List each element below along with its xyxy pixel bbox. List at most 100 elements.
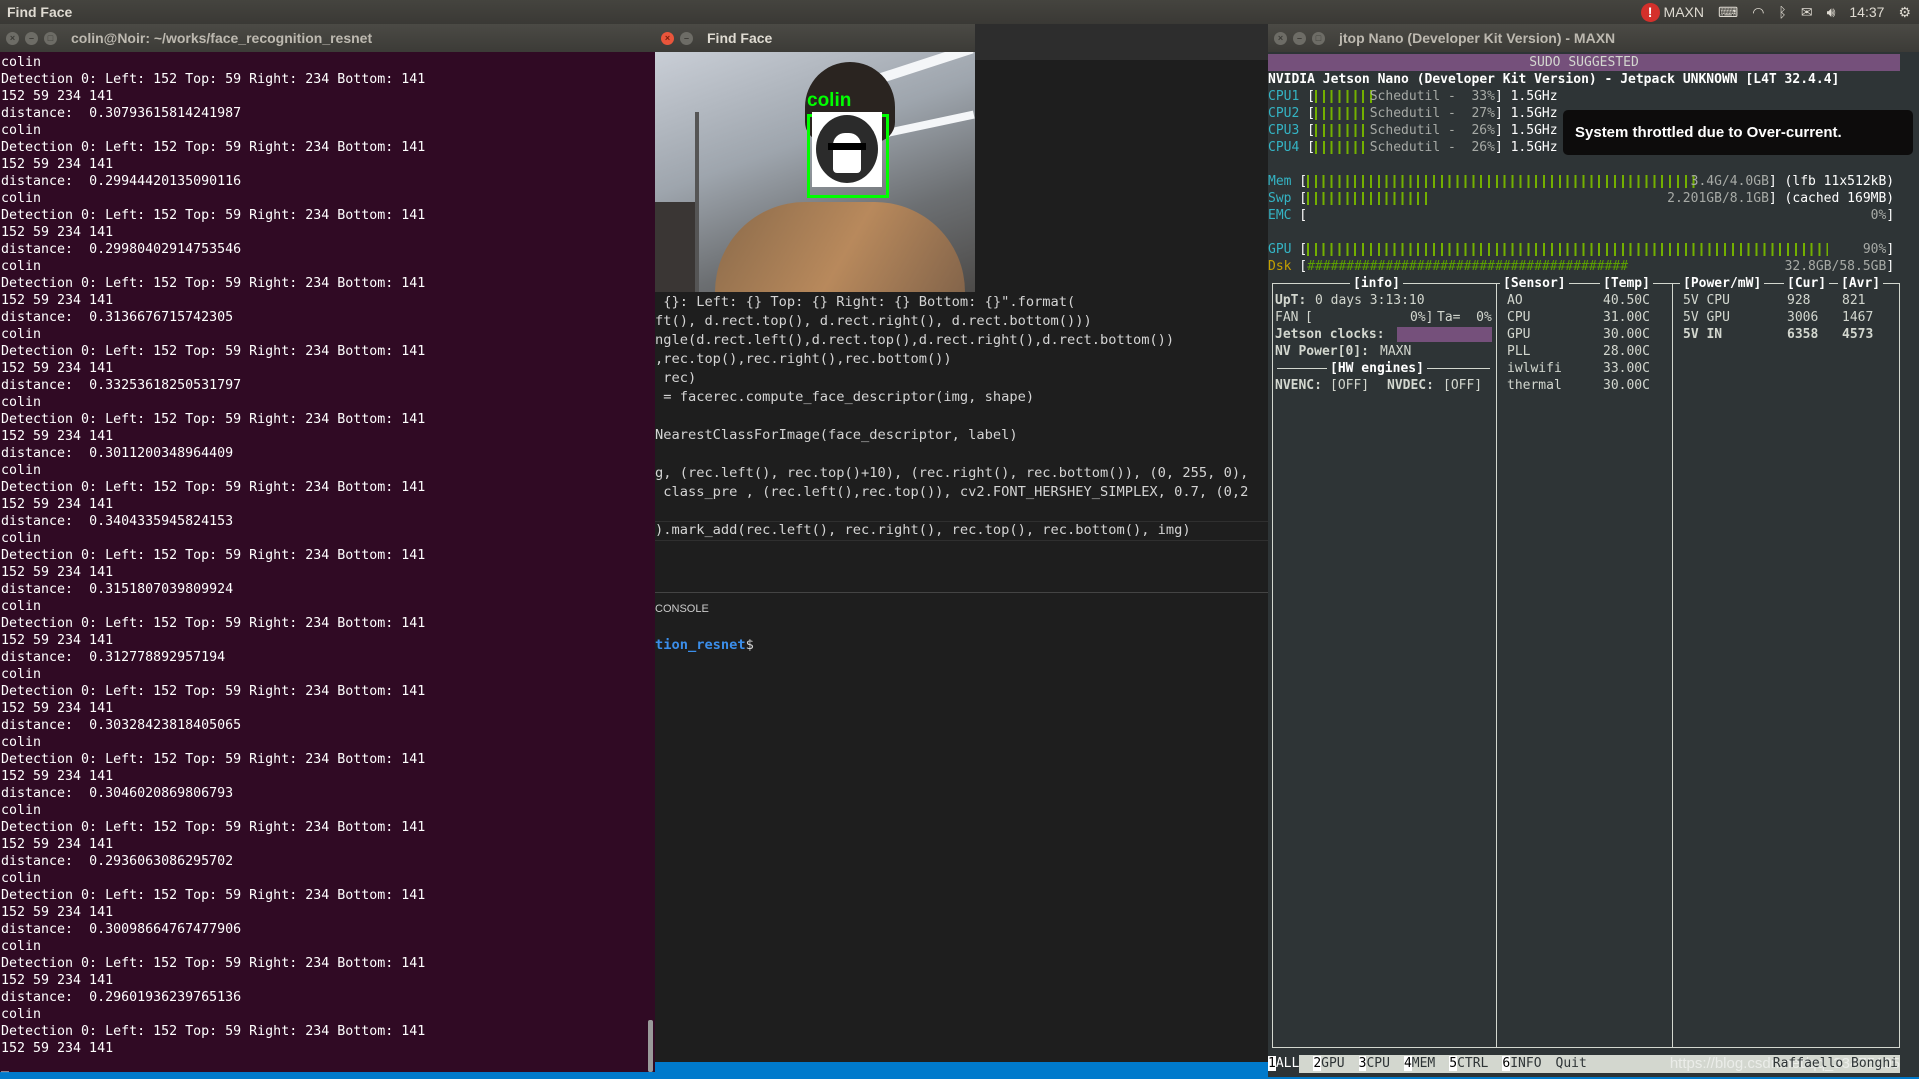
minimize-icon[interactable]: – (680, 31, 693, 45)
close-icon[interactable]: × (661, 31, 674, 45)
gpu-bar-fill (1307, 243, 1829, 256)
jtop-titlebar[interactable]: × – □ jtop Nano (Developer Kit Version) - … (1268, 24, 1919, 52)
cpu-governor: Schedutil - (1369, 140, 1456, 155)
terminal-line: 152 59 234 141 (1, 429, 114, 444)
terminal-line: Detection 0: Left: 152 Top: 59 Right: 23… (1, 72, 426, 87)
terminal-line: Detection 0: Left: 152 Top: 59 Right: 23… (1, 684, 426, 699)
terminal-scrollbar[interactable] (648, 1020, 653, 1072)
terminal-line: Detection 0: Left: 152 Top: 59 Right: 23… (1, 480, 426, 495)
distance-value: 0.30328423818405065 (89, 718, 242, 733)
mem-bar-fill (1307, 175, 1700, 188)
sensor-temp: 31.00C (1603, 310, 1650, 325)
terminal-titlebar[interactable]: × – □ colin@Noir: ~/works/face_recognition… (0, 24, 655, 52)
distance-label: distance: (1, 446, 90, 461)
terminal-line: Detection 0: Left: 152 Top: 59 Right: 23… (1, 344, 426, 359)
power-cur: 928 (1787, 293, 1811, 308)
cpu-governor: Schedutil - (1369, 89, 1456, 104)
terminal-line: 152 59 234 141 (1, 837, 114, 852)
cpu-bar: Schedutil - 26% (1314, 122, 1495, 139)
distance-value: 0.3404335945824153 (89, 514, 234, 529)
jtop-row: CPU4 [Schedutil - 26%] 1.5GHz (1268, 139, 1558, 156)
power-mode-indicator[interactable]: MAXN (1664, 4, 1704, 20)
nvenc-label: NVENC: (1275, 378, 1322, 393)
gpu-label: GPU (1268, 242, 1292, 257)
avr-header: [Avr] (1838, 275, 1884, 292)
sensor-temp: 30.00C (1603, 327, 1650, 342)
distance-value: 0.29944420135090116 (89, 174, 242, 189)
keyboard-icon[interactable]: ⌨ (1718, 4, 1738, 21)
gear-icon[interactable]: ⚙ (1898, 4, 1911, 21)
bracket: ] (1886, 208, 1895, 223)
terminal-cursor: _ (1, 1058, 10, 1073)
bracket: ] (1494, 140, 1503, 155)
terminal-title: colin@Noir: ~/works/face_recognition_res… (71, 30, 373, 46)
maximize-icon[interactable]: □ (1312, 31, 1325, 45)
bracket: [ (1299, 140, 1315, 155)
gpu-bar: 90% (1307, 241, 1886, 258)
mem-bar: 3.4G/4.0GB (1307, 173, 1769, 190)
terminal-line: Detection 0: Left: 152 Top: 59 Right: 23… (1, 276, 426, 291)
jtop-tab-cpu[interactable]: 3CPU (1358, 1055, 1390, 1073)
distance-label: distance: (1, 854, 90, 869)
terminal-line: distance: 0.3151807039809924 (1, 581, 425, 598)
fan-ta: Ta= 0% (1437, 310, 1492, 325)
jtop-panel (1272, 283, 1900, 1048)
alert-icon[interactable]: ! (1640, 2, 1660, 22)
fan-label: FAN (1275, 310, 1299, 325)
code-line: {}: Left: {} Top: {} Right: {} Bottom: {… (655, 294, 1076, 310)
code-line: NearestClassForImage(face_descriptor, la… (655, 427, 1018, 443)
terminal-line: colin (1, 735, 42, 750)
code-line: ft(), d.rect.top(), d.rect.right(), d.re… (655, 313, 1092, 329)
find-face-window[interactable]: × – Find Face colin (655, 24, 975, 292)
distance-label: distance: (1, 106, 90, 121)
jtop-tab-mem[interactable]: 4MEM (1403, 1055, 1435, 1073)
clock[interactable]: 14:37 (1849, 4, 1884, 20)
terminal-line: distance: 0.30328423818405065 (1, 717, 425, 734)
terminal-line: Detection 0: Left: 152 Top: 59 Right: 23… (1, 956, 426, 971)
maximize-icon[interactable]: □ (44, 31, 57, 45)
jtop-tab-bar: 1ALL 2GPU 3CPU 4MEM 5CTRL 6INFO Quit https://bl… (1268, 1055, 1900, 1073)
cpu-usage: Schedutil - 33% (1370, 88, 1495, 105)
nvdec-value: [OFF] (1443, 378, 1483, 393)
minimize-icon[interactable]: – (25, 31, 38, 45)
find-face-titlebar[interactable]: × – Find Face (655, 24, 975, 52)
terminal-window[interactable]: × – □ colin@Noir: ~/works/face_recognition… (0, 24, 655, 1073)
jetson-clocks-label: Jetson clocks: (1275, 327, 1385, 342)
terminal-line: Detection 0: Left: 152 Top: 59 Right: 23… (1, 412, 426, 427)
terminal-line: Detection 0: Left: 152 Top: 59 Right: 23… (1, 888, 426, 903)
distance-value: 0.29980402914753546 (89, 242, 242, 257)
terminal-line: distance: 0.3011200348964409 (1, 445, 425, 462)
sensor-name: PLL (1507, 344, 1531, 359)
cpu-freq: 1.5GHz (1510, 106, 1558, 121)
close-icon[interactable]: × (6, 31, 19, 45)
wifi-icon[interactable]: ◠ (1752, 4, 1764, 21)
prompt-symbol: $ (745, 637, 754, 653)
power-avr: 1467 (1842, 310, 1874, 325)
tab-debug-console[interactable]: CONSOLE (655, 600, 709, 619)
minimize-icon[interactable]: – (1293, 31, 1306, 45)
jtop-tab-gpu[interactable]: 2GPU (1313, 1055, 1345, 1073)
terminal-line: 152 59 234 141 (1, 565, 114, 580)
jtop-tab-ctrl[interactable]: 5CTRL (1449, 1055, 1488, 1073)
terminal-line: distance: 0.30793615814241987 (1, 105, 425, 122)
terminal-line: 152 59 234 141 (1, 973, 114, 988)
volume-icon[interactable]: 🔊︎ (1827, 4, 1836, 21)
dsk-bar: ########################################… (1307, 258, 1886, 275)
swp-extra: (cached 169MB) (1784, 191, 1895, 206)
terminal-line: Detection 0: Left: 152 Top: 59 Right: 23… (1, 752, 426, 767)
jtop-tab-info[interactable]: 6INFO (1502, 1055, 1542, 1073)
terminal-line: colin (1, 395, 42, 410)
terminal-line: Detection 0: Left: 152 Top: 59 Right: 23… (1, 140, 426, 155)
jtop-tab-all[interactable]: 1ALL (1268, 1055, 1300, 1073)
cpu-usage: Schedutil - 27% (1370, 105, 1495, 122)
close-icon[interactable]: × (1274, 31, 1287, 45)
jetson-clocks-toggle[interactable] (1397, 327, 1492, 342)
distance-value: 0.30098664767477906 (89, 922, 242, 937)
info-header: [info] (1350, 275, 1403, 292)
jtop-tab-quit[interactable]: Quit (1556, 1055, 1587, 1073)
mail-icon[interactable]: ✉ (1801, 4, 1813, 21)
bracket: [ (1305, 310, 1313, 325)
bluetooth-icon[interactable]: ᛒ (1778, 4, 1786, 20)
terminal-line: 152 59 234 141 (1, 497, 114, 512)
jtop-author: Raffaello Bonghi (1772, 1056, 1898, 1071)
